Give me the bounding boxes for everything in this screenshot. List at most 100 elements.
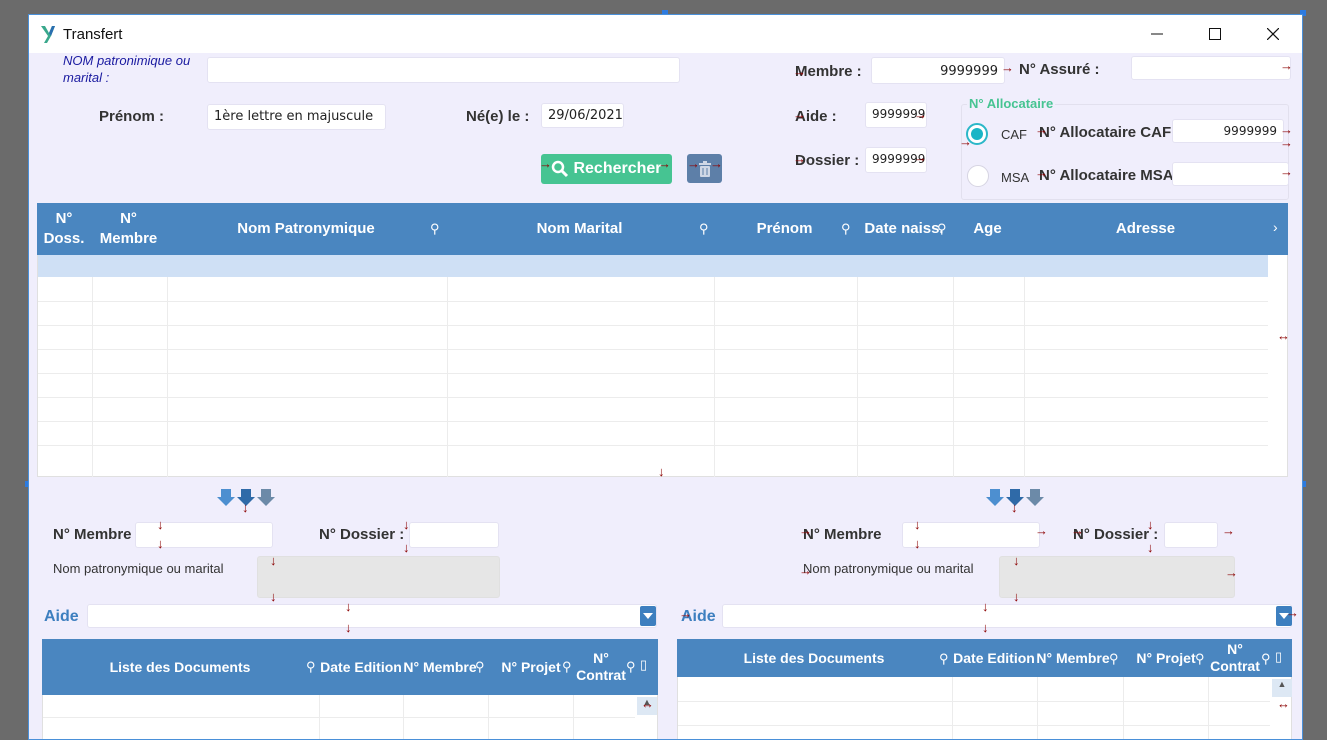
assure-label: N° Assuré : xyxy=(1019,61,1100,78)
anchor-arrow: ↓ xyxy=(1147,540,1154,555)
date-naissance-input[interactable]: 29/06/2021 xyxy=(541,103,624,128)
app-icon xyxy=(41,26,55,43)
search-icon[interactable]: ⚲ xyxy=(939,651,949,667)
msa-label: N° Allocataire MSA xyxy=(1039,167,1174,184)
anchor-arrow: ↓ xyxy=(914,517,921,532)
export-icon[interactable]: ▯ xyxy=(640,657,647,673)
col-header-age[interactable]: Age xyxy=(952,203,1023,255)
search-icon[interactable]: ⚲ xyxy=(699,221,709,237)
close-button[interactable] xyxy=(1244,15,1302,53)
chevron-right-icon[interactable]: › xyxy=(1273,219,1278,235)
search-icon[interactable]: ⚲ xyxy=(306,659,316,675)
search-icon[interactable]: ⚲ xyxy=(1109,651,1119,667)
left-membre-label: N° Membre xyxy=(53,526,132,543)
left-docs-body[interactable]: ▲ xyxy=(42,695,658,739)
anchor-arrow: → xyxy=(914,107,927,122)
search-icon[interactable]: ⚲ xyxy=(937,221,947,237)
caf-input[interactable]: 9999999 xyxy=(1172,119,1284,143)
nom-input[interactable] xyxy=(207,57,680,83)
prenom-label: Prénom : xyxy=(99,108,165,125)
anchor-arrow: ↓ xyxy=(157,536,164,551)
col-header-nom-patronymique[interactable]: Nom Patronymique xyxy=(166,203,446,255)
left-membre-input[interactable] xyxy=(135,522,273,548)
anchor-arrow: ↔ xyxy=(1277,696,1290,711)
left-col-liste-documents[interactable]: Liste des Documents xyxy=(42,639,318,695)
msa-input[interactable] xyxy=(1172,162,1289,186)
table-row-selected[interactable] xyxy=(38,255,1268,277)
main-grid-header: N° Doss. N° Membre Nom Patronymique ⚲ No… xyxy=(37,203,1288,255)
search-icon[interactable]: ⚲ xyxy=(475,659,485,675)
right-docs-body[interactable]: ▲ xyxy=(677,677,1292,739)
col-divider xyxy=(952,677,953,739)
right-nom-label: Nom patronymique ou marital xyxy=(803,561,974,576)
left-col-date-edition[interactable]: Date Edition xyxy=(319,639,403,695)
anchor-arrow: → xyxy=(799,563,812,578)
col-divider xyxy=(714,277,715,477)
anchor-arrow: → xyxy=(793,64,806,79)
msa-radio[interactable] xyxy=(967,165,989,187)
caf-label: N° Allocataire CAF xyxy=(1039,124,1172,141)
left-nom-input[interactable] xyxy=(257,556,500,598)
right-aide-select[interactable] xyxy=(722,604,1292,628)
anchor-arrow: → xyxy=(679,606,692,621)
assure-input[interactable] xyxy=(1131,56,1291,80)
right-col-liste-documents[interactable]: Liste des Documents xyxy=(677,639,951,677)
search-icon[interactable]: ⚲ xyxy=(841,221,851,237)
search-icon[interactable]: ⚲ xyxy=(430,221,440,237)
anchor-arrow: → xyxy=(1071,523,1084,538)
left-aide-select[interactable] xyxy=(87,604,657,628)
col-divider xyxy=(1024,277,1025,477)
anchor-arrow: → xyxy=(1001,60,1014,75)
anchor-arrow: → xyxy=(793,107,806,122)
right-membre-input[interactable] xyxy=(902,522,1040,548)
right-nom-input[interactable] xyxy=(999,556,1235,598)
row-divider xyxy=(43,717,635,718)
msa-option-label: MSA xyxy=(1001,170,1030,185)
search-icon[interactable]: ⚲ xyxy=(626,659,636,675)
anchor-arrow: → xyxy=(1280,164,1293,179)
right-col-date-edition[interactable]: Date Edition xyxy=(952,639,1036,677)
rechercher-button[interactable]: Rechercher xyxy=(541,154,672,184)
right-dossier-label: N° Dossier : xyxy=(1073,526,1159,543)
left-dossier-input[interactable] xyxy=(409,522,499,548)
anchor-arrow: → xyxy=(539,156,552,171)
chevron-down-icon xyxy=(643,613,653,619)
col-header-prenom[interactable]: Prénom xyxy=(713,203,856,255)
row-divider xyxy=(38,349,1268,350)
anchor-arrow: → xyxy=(658,156,671,171)
membre-input[interactable]: 9999999 xyxy=(871,57,1005,84)
main-grid-body[interactable] xyxy=(37,255,1288,477)
anchor-arrow: → xyxy=(793,151,806,166)
col-divider xyxy=(488,695,489,739)
export-icon[interactable]: ▯ xyxy=(1275,649,1282,665)
right-col-membre[interactable]: N° Membre xyxy=(1036,639,1110,677)
col-divider xyxy=(953,277,954,477)
anchor-arrow: → xyxy=(687,156,700,171)
col-header-doss[interactable]: N° Doss. xyxy=(37,203,91,255)
col-header-nom-marital[interactable]: Nom Marital xyxy=(446,203,713,255)
col-divider xyxy=(1037,677,1038,739)
search-icon[interactable]: ⚲ xyxy=(562,659,572,675)
left-aide-dropdown-button[interactable] xyxy=(640,606,656,626)
left-col-membre[interactable]: N° Membre xyxy=(403,639,477,695)
scroll-up-button[interactable]: ▲ xyxy=(1272,679,1292,697)
anchor-arrow: ↓ xyxy=(270,589,277,604)
col-header-adresse[interactable]: Adresse xyxy=(1023,203,1268,255)
right-col-contrat[interactable]: N° Contrat xyxy=(1207,639,1263,677)
maximize-icon xyxy=(1209,28,1221,40)
anchor-arrow: ↓ xyxy=(345,620,352,635)
row-divider xyxy=(38,325,1268,326)
anchor-arrow: ↓ xyxy=(403,517,410,532)
search-icon[interactable]: ⚲ xyxy=(1195,651,1205,667)
left-col-contrat[interactable]: N° Contrat xyxy=(573,639,629,695)
search-icon[interactable]: ⚲ xyxy=(1261,651,1271,667)
anchor-arrow: ↓ xyxy=(914,536,921,551)
maximize-button[interactable] xyxy=(1186,15,1244,53)
anchor-arrow: ↓ xyxy=(242,500,249,515)
right-dossier-input[interactable] xyxy=(1164,522,1218,548)
col-header-membre[interactable]: N° Membre xyxy=(91,203,166,255)
row-divider xyxy=(38,445,1268,446)
nom-label: NOM patronimique ou marital : xyxy=(63,53,191,85)
minimize-button[interactable] xyxy=(1128,15,1186,53)
prenom-input[interactable]: 1ère lettre en majuscule xyxy=(207,104,386,130)
